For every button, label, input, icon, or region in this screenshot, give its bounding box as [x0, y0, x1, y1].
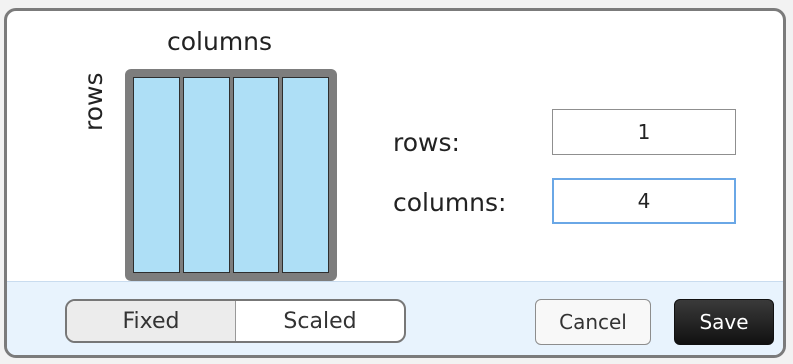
grid-preview: [125, 69, 337, 281]
rows-field-label: rows:: [393, 128, 460, 157]
save-button[interactable]: Save: [674, 299, 774, 345]
columns-input[interactable]: [552, 178, 736, 224]
grid-preview-cell: [133, 77, 180, 273]
size-mode-toggle: Fixed Scaled: [65, 299, 406, 343]
grid-preview-cell: [182, 77, 230, 273]
dialog-footer: Fixed Scaled Cancel Save: [7, 281, 783, 355]
grid-layout-dialog: columns rows rows: columns: Fixed Scaled…: [4, 8, 786, 358]
rows-input[interactable]: [552, 109, 736, 155]
fixed-option[interactable]: Fixed: [67, 301, 236, 341]
columns-axis-label: columns: [167, 27, 273, 56]
scaled-option[interactable]: Scaled: [236, 301, 404, 341]
rows-axis-label: rows: [79, 72, 108, 132]
grid-preview-cell: [282, 77, 329, 273]
columns-field-label: columns:: [393, 188, 507, 217]
cancel-button[interactable]: Cancel: [535, 299, 651, 345]
grid-preview-cell: [232, 77, 280, 273]
